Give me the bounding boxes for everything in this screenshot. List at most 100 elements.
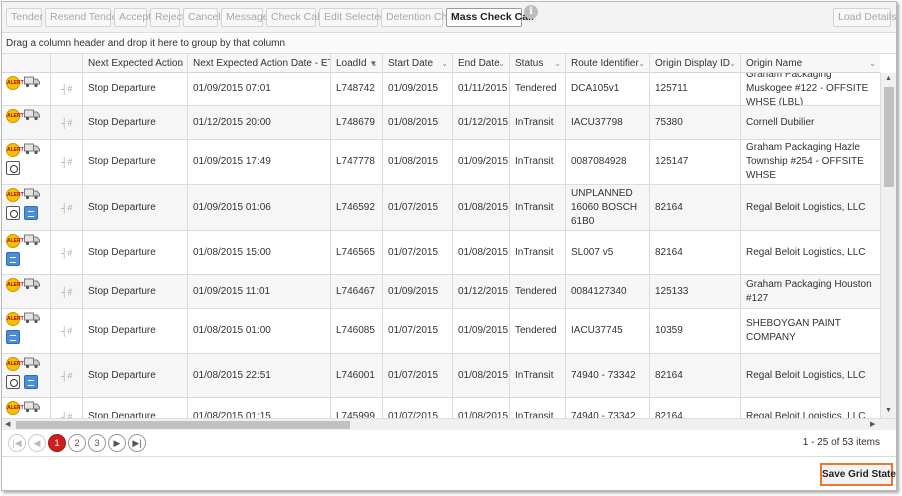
table-row[interactable]: ALERT ┤# Stop Departure 01/08/2015 01:00 L74… bbox=[2, 309, 880, 354]
filter-icon[interactable]: ⌄ bbox=[638, 54, 645, 73]
cell-action-date-text: 01/09/2015 01:06 bbox=[193, 201, 271, 213]
alert-icon[interactable]: ALERT bbox=[6, 357, 24, 371]
alert-icon[interactable]: ALERT bbox=[6, 109, 24, 123]
filter-icon[interactable]: ⌄ bbox=[441, 54, 448, 73]
group-by-drop-zone[interactable]: Drag a column header and drop it here to… bbox=[2, 34, 896, 54]
document-icon[interactable] bbox=[24, 206, 38, 220]
edit-selected-button[interactable]: Edit Selected bbox=[319, 8, 386, 27]
table-row[interactable]: ALERT ┤# Stop Departure 01/12/2015 20:00 L74… bbox=[2, 106, 880, 140]
mass-check-call-button[interactable]: Mass Check Call bbox=[446, 8, 534, 27]
column-header-origin-display-id[interactable]: Origin Display ID ⌄ bbox=[649, 54, 740, 73]
truck-icon[interactable] bbox=[24, 277, 40, 290]
link-icon[interactable]: ┤# bbox=[61, 82, 72, 96]
table-row[interactable]: ALERT ┤# Stop Departure 01/09/2015 11:01 L74… bbox=[2, 275, 880, 309]
accept-button[interactable]: Accept bbox=[114, 8, 151, 27]
column-header-end-date[interactable]: End Date ⌄ bbox=[452, 54, 509, 73]
table-row[interactable]: ALERT ┤# Stop Departure 01/09/2015 17:49 L74… bbox=[2, 140, 880, 185]
first-page-icon[interactable]: |◀ bbox=[8, 434, 26, 452]
document-icon[interactable] bbox=[24, 375, 38, 389]
filter-icon[interactable]: ⌄ bbox=[176, 54, 183, 73]
scroll-right-icon[interactable]: ▶ bbox=[870, 420, 875, 428]
page-button-1[interactable]: 1 bbox=[48, 434, 66, 452]
link-icon[interactable]: ┤# bbox=[61, 201, 72, 215]
page-button-3[interactable]: 3 bbox=[88, 434, 106, 452]
cell-origin-display-id: 82164 bbox=[649, 185, 740, 230]
reject-button[interactable]: Reject bbox=[150, 8, 185, 27]
filter-icon[interactable]: ⌄ bbox=[869, 54, 876, 73]
horizontal-scroll-thumb[interactable] bbox=[16, 421, 350, 429]
clock-icon[interactable] bbox=[6, 161, 20, 175]
column-header-start-date[interactable]: Start Date ⌄ bbox=[382, 54, 452, 73]
document-icon[interactable] bbox=[6, 330, 20, 344]
table-row[interactable]: ALERT ┤# Stop Departure 01/09/2015 07:01 L74… bbox=[2, 73, 880, 106]
detention-chg-button[interactable]: Detention Chg bbox=[381, 8, 453, 27]
truck-icon[interactable] bbox=[24, 187, 40, 200]
truck-icon[interactable] bbox=[24, 142, 40, 155]
scroll-down-icon[interactable]: ▼ bbox=[885, 407, 892, 414]
message-button[interactable]: Message bbox=[221, 8, 269, 27]
table-row[interactable]: ALERT ┤# Stop Departure 01/08/2015 22:51 L74… bbox=[2, 354, 880, 398]
table-row[interactable]: ALERT ┤# Stop Departure 01/08/2015 01:15 L74… bbox=[2, 398, 880, 418]
link-icon[interactable]: ┤# bbox=[61, 155, 72, 169]
vertical-scroll-thumb[interactable] bbox=[884, 87, 894, 187]
column-header-route-identifier[interactable]: Route Identifier ⌄ bbox=[565, 54, 649, 73]
save-grid-state-button[interactable]: Save Grid State bbox=[820, 463, 896, 486]
filter-icon[interactable]: ⌄ bbox=[554, 54, 561, 73]
column-header-origin-name[interactable]: Origin Name ⌄ bbox=[740, 54, 880, 73]
alert-icon[interactable]: ALERT bbox=[6, 234, 24, 248]
info-icon[interactable]: i bbox=[524, 5, 538, 19]
table-row[interactable]: ALERT ┤# Stop Departure 01/09/2015 01:06 L74… bbox=[2, 185, 880, 231]
document-icon[interactable] bbox=[6, 252, 20, 266]
clock-icon[interactable] bbox=[6, 375, 20, 389]
link-icon[interactable]: ┤# bbox=[61, 285, 72, 299]
link-icon[interactable]: ┤# bbox=[61, 369, 72, 383]
scroll-up-icon[interactable]: ▲ bbox=[885, 75, 892, 82]
filter-icon[interactable]: ⌄ bbox=[319, 54, 326, 73]
link-icon[interactable]: ┤# bbox=[61, 410, 72, 419]
cancel-button[interactable]: Cancel bbox=[183, 8, 221, 27]
alert-icon[interactable]: ALERT bbox=[6, 401, 24, 415]
alert-icon[interactable]: ALERT bbox=[6, 188, 24, 202]
cell-status-text: InTransit bbox=[515, 116, 554, 128]
vertical-scrollbar[interactable]: ▲ ▼ bbox=[880, 73, 896, 418]
scroll-left-icon[interactable]: ◀ bbox=[5, 420, 10, 428]
check-call-button[interactable]: Check Call bbox=[266, 8, 322, 27]
cell-route-identifier-text: UNPLANNED 16060 BOSCH 61B0 bbox=[571, 187, 638, 227]
filter-icon[interactable]: ⌄ bbox=[498, 54, 505, 73]
alert-icon[interactable]: ALERT bbox=[6, 312, 24, 326]
filter-icon[interactable]: ⌄ bbox=[371, 54, 378, 73]
truck-icon[interactable] bbox=[24, 108, 40, 121]
truck-icon[interactable] bbox=[24, 400, 40, 413]
column-header-next-action[interactable]: Next Expected Action ⌄ bbox=[82, 54, 187, 73]
alert-icon[interactable]: ALERT bbox=[6, 278, 24, 292]
resend-tender-button[interactable]: Resend Tender bbox=[45, 8, 121, 27]
cell-action-date: 01/09/2015 17:49 bbox=[187, 140, 330, 184]
truck-icon[interactable] bbox=[24, 311, 40, 324]
column-header-action-date[interactable]: Next Expected Action Date - ET ⌄ bbox=[187, 54, 330, 73]
cell-end-date-text: 01/08/2015 bbox=[458, 369, 509, 381]
column-header-load-id[interactable]: LoadId ▼ ⌄ bbox=[330, 54, 382, 73]
cell-route-identifier-text: 0087084928 bbox=[571, 156, 627, 167]
table-row[interactable]: ALERT ┤# Stop Departure 01/08/2015 15:00 L74… bbox=[2, 231, 880, 275]
cell-origin-name: Cornell Dubilier bbox=[740, 106, 880, 139]
column-header-status[interactable]: Status ⌄ bbox=[509, 54, 565, 73]
next-page-icon[interactable]: ▶ bbox=[108, 434, 126, 452]
cell-start-date: 01/08/2015 bbox=[382, 106, 452, 139]
clock-icon[interactable] bbox=[6, 206, 20, 220]
prev-page-icon[interactable]: ◀ bbox=[28, 434, 46, 452]
link-icon[interactable]: ┤# bbox=[61, 116, 72, 130]
alert-icon[interactable]: ALERT bbox=[6, 76, 24, 90]
row-link-cell: ┤# bbox=[50, 73, 82, 105]
alert-icon[interactable]: ALERT bbox=[6, 143, 24, 157]
tender-button[interactable]: Tender bbox=[6, 8, 43, 27]
link-icon[interactable]: ┤# bbox=[61, 246, 72, 260]
last-page-icon[interactable]: ▶| bbox=[128, 434, 146, 452]
horizontal-scrollbar[interactable]: ◀ ▶ bbox=[2, 418, 896, 430]
link-icon[interactable]: ┤# bbox=[61, 324, 72, 338]
truck-icon[interactable] bbox=[24, 233, 40, 246]
filter-icon[interactable]: ⌄ bbox=[729, 54, 736, 73]
truck-icon[interactable] bbox=[24, 75, 40, 88]
page-button-2[interactable]: 2 bbox=[68, 434, 86, 452]
truck-icon[interactable] bbox=[24, 356, 40, 369]
load-details-button[interactable]: Load Details bbox=[833, 8, 896, 27]
